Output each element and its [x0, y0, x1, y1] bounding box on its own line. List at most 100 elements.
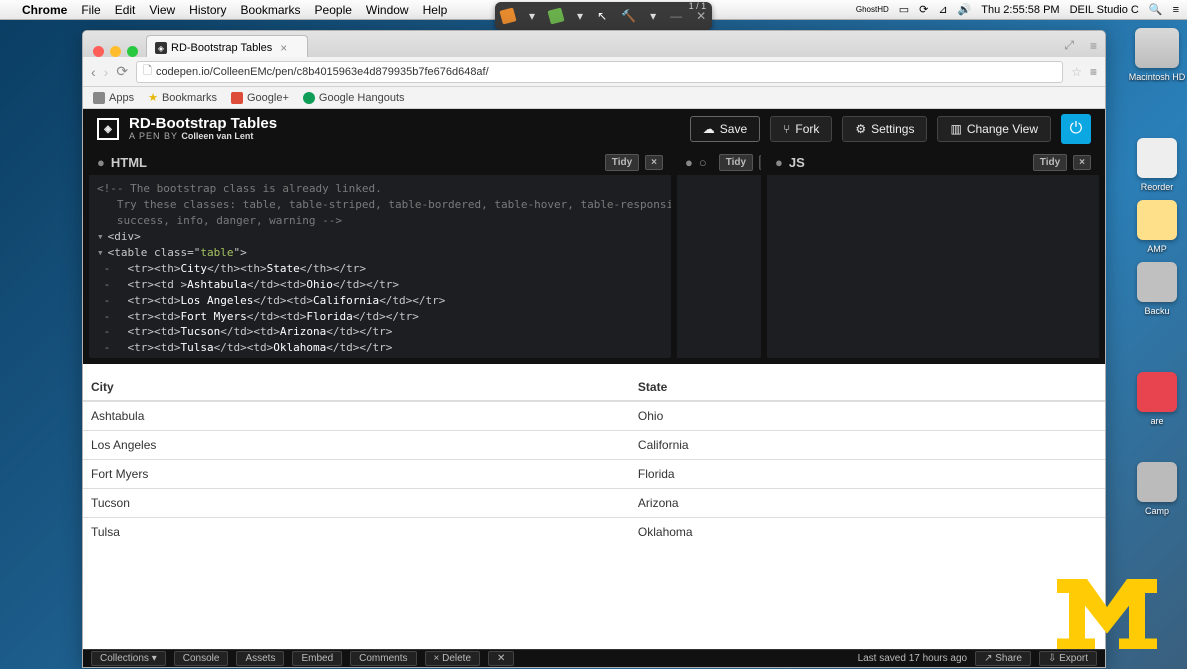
are-icon[interactable] — [1137, 372, 1177, 412]
pen-orange-icon[interactable] — [499, 7, 516, 24]
browser-tab[interactable]: ◈ RD-Bootstrap Tables × — [146, 35, 308, 57]
menu-history[interactable]: History — [189, 3, 226, 17]
tidy-css-button[interactable]: Tidy — [719, 154, 753, 171]
delete-button[interactable]: × Delete — [425, 651, 481, 666]
pane-title-js: JS — [789, 155, 805, 170]
html-editor[interactable]: <!-- The bootstrap class is already link… — [89, 175, 671, 358]
cursor-icon[interactable]: ↖ — [597, 9, 607, 23]
bookmark-hangouts[interactable]: Google Hangouts — [303, 92, 405, 104]
star-icon[interactable]: ☆ — [1071, 65, 1082, 79]
codepen-footer: Collections ▾ Console Assets Embed Comme… — [83, 649, 1105, 667]
tabs-menu-icon[interactable]: ≡ — [1082, 35, 1105, 57]
pane-gear-icon[interactable]: ● — [685, 155, 693, 170]
chrome-window: ◈ RD-Bootstrap Tables × ⤢ ≡ ‹ › ⟳ 🗋 code… — [82, 30, 1106, 668]
collections-button[interactable]: Collections ▾ — [91, 651, 166, 666]
minimize-icon[interactable]: — — [670, 9, 682, 23]
profile-button[interactable]: ⏻ — [1061, 114, 1091, 144]
bookmark-bookmarks[interactable]: ★Bookmarks — [148, 91, 217, 104]
settings-button[interactable]: ⚙Settings — [842, 116, 927, 142]
menu-people[interactable]: People — [315, 3, 352, 17]
save-button[interactable]: ☁Save — [690, 116, 760, 142]
fullscreen-icon[interactable]: ⤢ — [1056, 34, 1082, 57]
pane-gear-icon[interactable]: ● — [97, 155, 105, 170]
url-bar: ‹ › ⟳ 🗋 codepen.io/ColleenEMc/pen/c8b401… — [83, 57, 1105, 87]
forward-icon[interactable]: › — [104, 64, 109, 80]
tidy-js-button[interactable]: Tidy — [1033, 154, 1067, 171]
window-minimize-icon[interactable] — [110, 46, 121, 57]
michigan-logo-icon — [1057, 579, 1157, 649]
hammer-icon[interactable]: 🔨 — [621, 9, 636, 23]
css-editor[interactable] — [677, 175, 761, 358]
console-button[interactable]: Console — [174, 651, 229, 666]
export-button[interactable]: ⇩ Export — [1039, 651, 1097, 666]
pane-expand-icon[interactable]: ○ — [699, 155, 707, 170]
hd-label: Macintosh HD — [1129, 72, 1186, 82]
camp-icon[interactable] — [1137, 462, 1177, 502]
hd-icon[interactable] — [1135, 28, 1179, 68]
embed-button[interactable]: Embed — [292, 651, 342, 666]
last-saved: Last saved 17 hours ago — [858, 653, 968, 664]
change-view-button[interactable]: ▥Change View — [937, 116, 1051, 142]
back-icon[interactable]: ‹ — [91, 64, 96, 80]
favicon-icon: ◈ — [155, 42, 167, 54]
window-zoom-icon[interactable] — [127, 46, 138, 57]
cloud-icon: ☁ — [703, 122, 715, 136]
bookmark-googleplus[interactable]: Google+ — [231, 92, 289, 104]
url-text: codepen.io/ColleenEMc/pen/c8b4015963e4d8… — [156, 66, 489, 78]
col-state: State — [630, 374, 1105, 401]
assets-button[interactable]: Assets — [236, 651, 284, 666]
reorder-icon[interactable] — [1137, 138, 1177, 178]
wifi-icon[interactable]: ⊿ — [938, 3, 947, 16]
menu-edit[interactable]: Edit — [115, 3, 136, 17]
page-indicator: 1 / 1 — [689, 1, 707, 11]
js-pane: ● JS Tidy × — [767, 149, 1099, 358]
close-icon[interactable]: ✕ — [696, 9, 706, 23]
spotlight-icon[interactable]: 🔍 — [1149, 3, 1163, 16]
codepen-header: ◈ RD-Bootstrap Tables A PEN BY Colleen v… — [83, 109, 1105, 149]
css-pane: ● ○ Tidy × — [677, 149, 761, 358]
tab-close-icon[interactable]: × — [280, 41, 287, 55]
menu-bookmarks[interactable]: Bookmarks — [241, 3, 301, 17]
pen-byline: A PEN BY Colleen van Lent — [129, 132, 277, 142]
user-name[interactable]: DEIL Studio C — [1070, 4, 1139, 16]
page-info-icon[interactable]: 🗋 — [143, 62, 152, 81]
url-input[interactable]: 🗋 codepen.io/ColleenEMc/pen/c8b4015963e4… — [136, 61, 1063, 83]
bookmarks-bar: Apps ★Bookmarks Google+ Google Hangouts — [83, 87, 1105, 109]
clock[interactable]: Thu 2:55:58 PM — [981, 4, 1059, 16]
annotation-toolbar[interactable]: ▾ ▾ ↖ 🔨▾ — ✕ 1 / 1 — [495, 2, 712, 30]
editor-row: ● HTML Tidy × <!-- The bootstrap class i… — [83, 149, 1105, 364]
table-row: TucsonArizona — [83, 489, 1105, 518]
are-label: are — [1150, 416, 1163, 426]
comments-button[interactable]: Comments — [350, 651, 416, 666]
menu-file[interactable]: File — [81, 3, 100, 17]
close-footer-button[interactable]: ✕ — [488, 651, 514, 666]
notification-icon[interactable]: ≡ — [1173, 4, 1179, 16]
amp-label: AMP — [1147, 244, 1167, 254]
menu-view[interactable]: View — [149, 3, 175, 17]
window-close-icon[interactable] — [93, 46, 104, 57]
html-pane: ● HTML Tidy × <!-- The bootstrap class i… — [89, 149, 671, 358]
display-icon[interactable]: ▭ — [899, 3, 909, 16]
backu-icon[interactable] — [1137, 262, 1177, 302]
reload-icon[interactable]: ⟳ — [116, 63, 128, 80]
codepen-logo-icon[interactable]: ◈ — [97, 118, 119, 140]
fork-button[interactable]: ⑂Fork — [770, 116, 832, 142]
sync-icon[interactable]: ⟳ — [919, 3, 928, 16]
share-button[interactable]: ↗ Share — [975, 651, 1031, 666]
pen-green-icon[interactable] — [547, 7, 564, 24]
close-css-button[interactable]: × — [759, 155, 761, 170]
pane-gear-icon[interactable]: ● — [775, 155, 783, 170]
amp-icon[interactable] — [1137, 200, 1177, 240]
js-editor[interactable] — [767, 175, 1099, 358]
reorder-label: Reorder — [1141, 182, 1174, 192]
bookmark-apps[interactable]: Apps — [93, 92, 134, 104]
hamburger-icon[interactable]: ≡ — [1090, 65, 1097, 79]
volume-icon[interactable]: 🔊 — [958, 3, 972, 16]
tidy-html-button[interactable]: Tidy — [605, 154, 639, 171]
close-html-button[interactable]: × — [645, 155, 663, 170]
menu-window[interactable]: Window — [366, 3, 409, 17]
power-icon: ⏻ — [1070, 120, 1083, 138]
close-js-button[interactable]: × — [1073, 155, 1091, 170]
menu-app[interactable]: Chrome — [22, 3, 67, 17]
menu-help[interactable]: Help — [423, 3, 448, 17]
